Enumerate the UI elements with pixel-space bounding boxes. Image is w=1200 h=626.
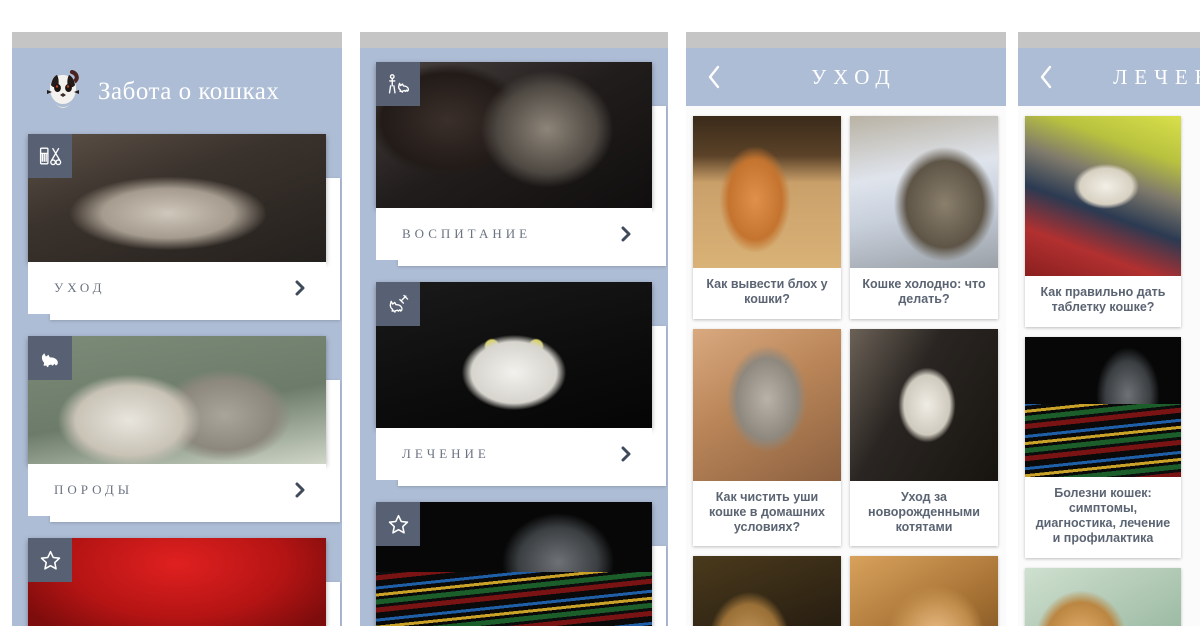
cat-syringe-icon [376, 282, 420, 326]
card-label-row-uhod[interactable]: УХОД [28, 262, 326, 314]
article-title: Уход за новорожденными котятами [868, 489, 980, 535]
lechenie-header: ЛЕЧЕНИЕ [1018, 48, 1200, 106]
article-thumbnail [1025, 116, 1181, 276]
status-bar [1018, 32, 1200, 48]
card-photo-vospitanie [376, 62, 652, 208]
article-card[interactable] [693, 556, 841, 626]
card-label-porody: ПОРОДЫ [54, 482, 134, 497]
status-bar [12, 32, 342, 48]
card-label-row-lechenie[interactable]: ЛЕЧЕНИЕ [376, 428, 652, 480]
card-photo-porody [28, 336, 326, 464]
page-title-uhod: УХОД [811, 64, 897, 89]
article-card[interactable]: Как чистить уши кошке в домашних условия… [693, 328, 841, 547]
phone-panel-uhod: УХОД Как вывести блох у кошки? Кошке хол… [686, 32, 1006, 626]
card-label-lechenie: ЛЕЧЕНИЕ [402, 446, 490, 461]
home-menu-body-scrolled: ВОСПИТАНИЕ ЛЕЧЕНИЕ [360, 48, 668, 626]
star-icon [376, 502, 420, 546]
article-thumbnail [850, 556, 998, 626]
card-label-row-porody[interactable]: ПОРОДЫ [28, 464, 326, 516]
chevron-right-icon[interactable] [292, 280, 308, 296]
screenshot-stage: Забота о кошках УХОД ПОРОДЫ ВОСПИТАНИЕ Л… [0, 0, 1200, 626]
card-label-uhod: УХОД [54, 280, 106, 295]
person-training-cat-icon [376, 62, 420, 106]
card-photo-uhod [28, 134, 326, 262]
brand-title: Забота о кошках [98, 78, 280, 105]
card-photo-partial-2 [376, 502, 652, 626]
card-label-vospitanie: ВОСПИТАНИЕ [402, 226, 532, 241]
star-icon [28, 538, 72, 582]
article-thumbnail [1025, 336, 1181, 477]
article-card[interactable]: Болезни кошек: симптомы, диагностика, ле… [1025, 336, 1181, 558]
menu-card-partial[interactable] [28, 538, 340, 626]
article-card[interactable]: Как вывести блох у кошки? [693, 116, 841, 319]
lechenie-article-list: Как правильно дать таблетку кошке? Болез… [1018, 106, 1188, 626]
page-title-lechenie: ЛЕЧЕНИЕ [1113, 64, 1200, 89]
article-thumbnail [693, 116, 841, 268]
article-thumbnail [1025, 567, 1181, 626]
status-bar [360, 32, 668, 48]
chevron-left-icon[interactable] [686, 48, 742, 106]
uhod-header: УХОД [686, 48, 1006, 106]
article-card[interactable] [1025, 567, 1181, 626]
article-title: Как вывести блох у кошки? [706, 277, 828, 307]
chevron-right-icon[interactable] [618, 446, 634, 462]
phone-panel-home-scrolled: ВОСПИТАНИЕ ЛЕЧЕНИЕ [360, 32, 668, 626]
phone-panel-home: Забота о кошках УХОД ПОРОДЫ [12, 32, 342, 626]
article-card[interactable]: Как правильно дать таблетку кошке? [1025, 116, 1181, 327]
phone-panel-lechenie: ЛЕЧЕНИЕ Как правильно дать таблетку кошк… [1018, 32, 1200, 626]
chevron-left-icon[interactable] [1018, 48, 1074, 106]
cat-silhouette-icon [28, 336, 72, 380]
article-thumbnail [693, 328, 841, 481]
card-photo-lechenie [376, 282, 652, 428]
chevron-right-icon[interactable] [292, 482, 308, 498]
comb-scissors-icon [28, 134, 72, 178]
menu-card-vospitanie[interactable]: ВОСПИТАНИЕ [376, 62, 666, 266]
uhod-article-grid: Как вывести блох у кошки? Кошке холодно:… [686, 106, 1006, 626]
article-title: Как чистить уши кошке в домашних условия… [708, 489, 826, 535]
card-photo-partial [28, 538, 326, 626]
article-title: Кошке холодно: что делать? [862, 277, 986, 307]
status-bar [686, 32, 1006, 48]
chevron-right-icon[interactable] [618, 226, 634, 242]
menu-card-uhod[interactable]: УХОД [28, 134, 340, 320]
brand-header: Забота о кошках [28, 48, 326, 134]
article-title: Болезни кошек: симптомы, диагностика, ле… [1035, 485, 1171, 546]
article-card[interactable]: Кошке холодно: что делать? [850, 116, 998, 319]
menu-card-partial-2[interactable] [376, 502, 666, 626]
article-card[interactable]: Уход за новорожденными котятами [850, 328, 998, 547]
article-thumbnail [693, 556, 841, 626]
menu-card-lechenie[interactable]: ЛЕЧЕНИЕ [376, 282, 666, 486]
menu-card-porody[interactable]: ПОРОДЫ [28, 336, 340, 522]
home-menu-body: Забота о кошках УХОД ПОРОДЫ [12, 48, 342, 626]
card-label-row-vospitanie[interactable]: ВОСПИТАНИЕ [376, 208, 652, 260]
article-title: Как правильно дать таблетку кошке? [1040, 285, 1166, 315]
cat-face-logo-icon [42, 68, 84, 116]
article-thumbnail [850, 328, 998, 481]
article-card[interactable] [850, 556, 998, 626]
article-thumbnail [850, 116, 998, 268]
